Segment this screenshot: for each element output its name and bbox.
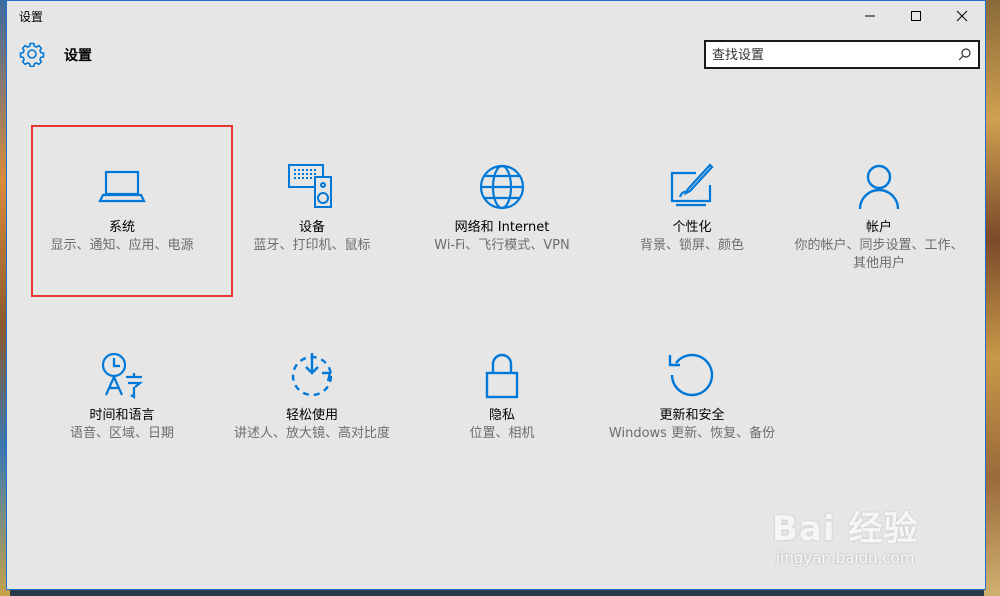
close-button[interactable] [939,1,985,31]
window-title: 设置 [19,10,44,24]
tile-personalization-name: 个性化 [672,220,712,235]
ease-of-access-icon [291,353,333,397]
devices-icon [288,164,332,208]
tile-accounts-desc: 你的帐户、同步设置、工作、其他用户 [794,238,964,271]
search-icon[interactable] [957,47,972,62]
highlight-box [31,125,233,297]
tile-devices[interactable]: 设备 蓝牙、打印机、鼠标 [217,161,407,255]
header: 设置 [7,35,985,75]
maximize-icon [911,11,921,21]
tile-time-language-name: 时间和语言 [89,408,155,423]
settings-window: 设置 设置 查找设置 系统 显示、通知、应用、电源 设备 蓝牙、打印机、鼠标 网… [6,0,986,590]
title-bar[interactable]: 设置 [7,1,985,31]
close-icon [956,10,968,22]
personalization-icon [670,163,714,207]
tile-network-desc: Wi-Fi、飞行模式、VPN [434,238,570,253]
tile-devices-desc: 蓝牙、打印机、鼠标 [253,238,371,253]
watermark-brand: Bai 经验 [772,509,919,549]
tile-accounts[interactable]: 帐户 你的帐户、同步设置、工作、其他用户 [784,161,974,273]
search-box[interactable] [704,40,980,69]
search-input[interactable] [712,46,952,64]
tile-ease-of-access-desc: 讲述人、放大镜、高对比度 [233,426,390,441]
window-controls [847,1,985,31]
tile-ease-of-access-name: 轻松使用 [285,408,338,423]
person-icon [858,164,900,210]
tile-devices-name: 设备 [298,220,325,235]
tile-network-name: 网络和 Internet [454,220,550,235]
watermark-url: jingyan.baidu.com [776,549,915,567]
tile-privacy-name: 隐私 [488,408,515,423]
time-language-icon [101,352,144,400]
tile-personalization-desc: 背景、锁屏、颜色 [639,238,744,253]
tile-personalization[interactable]: 个性化 背景、锁屏、颜色 [597,161,787,255]
tile-privacy[interactable]: 隐私 位置、相机 [407,349,597,443]
lock-icon [485,353,519,399]
page-title: 设置 [64,48,92,64]
maximize-button[interactable] [893,1,939,31]
tile-time-language-desc: 语音、区域、日期 [69,426,174,441]
desktop-background-right [984,0,1000,596]
minimize-icon [865,15,875,17]
gear-icon [19,42,45,67]
tile-update-security-desc: Windows 更新、恢复、备份 [608,426,776,441]
tile-time-language[interactable]: 时间和语言 语音、区域、日期 [27,349,217,443]
tile-privacy-desc: 位置、相机 [469,426,535,441]
tile-network[interactable]: 网络和 Internet Wi-Fi、飞行模式、VPN [407,161,597,255]
update-icon [668,353,714,397]
tile-update-security[interactable]: 更新和安全 Windows 更新、恢复、备份 [597,349,787,443]
minimize-button[interactable] [847,1,893,31]
tile-accounts-name: 帐户 [865,220,892,235]
globe-icon [479,164,525,210]
tile-ease-of-access[interactable]: 轻松使用 讲述人、放大镜、高对比度 [217,349,407,443]
tile-update-security-name: 更新和安全 [659,408,725,423]
watermark: Bai 经验 jingyan.baidu.com [772,489,972,579]
